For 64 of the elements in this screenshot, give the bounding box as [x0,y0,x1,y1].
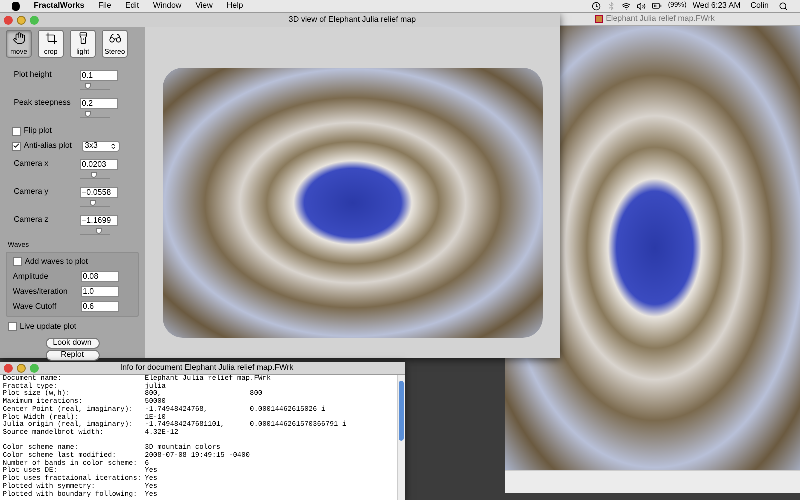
field-label: Camera z [14,214,50,226]
checkbox[interactable] [12,142,21,150]
checkbox-label: Anti-alias plot [24,140,74,152]
close-button[interactable] [4,364,13,372]
tool-icon [44,32,58,45]
input-field[interactable]: −0.0558 [80,186,118,198]
menu-item[interactable]: Help [226,0,244,12]
scrollbar[interactable] [397,375,405,500]
window-title: 3D view of Elephant Julia relief map [288,14,418,26]
updown-icon [110,142,117,150]
window-title: Elephant Julia relief map.FWrk [606,13,715,25]
close-button[interactable] [4,16,13,24]
input-field[interactable]: 0.08 [81,271,119,282]
checkbox-label: Flip plot [24,125,52,137]
slider-track[interactable] [80,229,110,235]
checkbox[interactable] [12,126,21,136]
field-label: Wave Cutoff [13,300,58,312]
input-field[interactable]: 0.2 [80,98,118,108]
wifi-icon[interactable] [622,2,632,10]
field-label: Peak steepness [14,97,72,109]
menu-item[interactable]: Window [153,0,182,12]
field-label: Camera x [14,158,50,170]
slider-thumb[interactable] [84,111,91,117]
input-field[interactable]: 0.1 [80,70,118,80]
minimize-button[interactable] [17,364,26,372]
slider-thumb[interactable] [90,200,96,206]
slider-thumb[interactable] [96,228,102,234]
battery-icon[interactable] [652,1,662,11]
slider-thumb[interactable] [84,83,91,89]
field-label: Camera y [14,186,50,198]
minimize-button[interactable] [17,16,26,24]
slider-thumb[interactable] [90,172,97,178]
menu-item[interactable]: View [196,0,213,12]
push-button[interactable]: Look down [46,338,100,348]
input-field[interactable]: 0.6 [81,301,119,312]
search-icon[interactable] [779,2,788,10]
field-label: Amplitude [13,270,50,282]
checkbox[interactable] [13,257,22,266]
scroll-thumb[interactable] [399,381,404,441]
input-field[interactable]: 1.0 [81,286,119,297]
slider-track[interactable] [80,84,110,90]
tool-icon [12,32,26,45]
push-button[interactable]: Replot [46,350,100,360]
input-field[interactable]: −1.1699 [80,214,118,226]
field-label: Plot height [14,69,53,81]
dropdown[interactable]: 3x3 [82,140,120,152]
checkbox-label: Add waves to plot [25,256,88,268]
user-name[interactable]: Colin [750,0,769,12]
tool-icon [108,32,122,45]
slider-track[interactable] [80,173,110,179]
document-icon [595,15,604,23]
menu-clock[interactable]: Wed 6:23 AM [692,0,741,12]
slider-track[interactable] [80,112,110,118]
input-field[interactable]: 0.0203 [80,158,118,170]
menu-item[interactable]: Edit [125,0,140,12]
volume-icon[interactable] [637,2,646,10]
clock-icon[interactable] [592,2,602,10]
field-label: Waves/iteration [13,286,69,298]
app-menu[interactable]: FractalWorks [34,0,85,12]
checkbox[interactable] [8,322,17,331]
window-title: Info for document Elephant Julia relief map.FWrk [119,362,295,374]
slider-track[interactable] [80,201,110,207]
menu-item[interactable]: File [98,0,112,12]
checkbox-label: Live update plot [20,320,76,332]
